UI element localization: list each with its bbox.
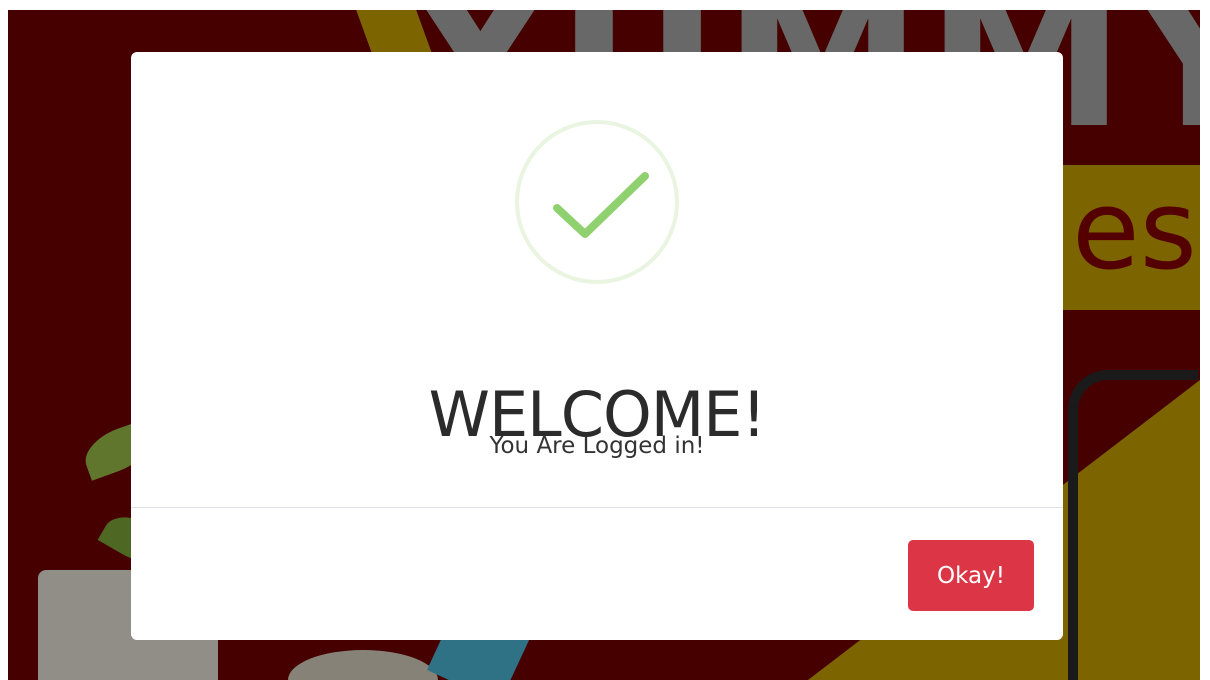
- modal-message: You Are Logged in!: [489, 433, 705, 459]
- checkmark-icon: [553, 172, 649, 238]
- success-icon: [515, 120, 679, 284]
- welcome-modal: WELCOME! You Are Logged in! Okay!: [131, 52, 1063, 640]
- modal-footer-divider: [131, 507, 1063, 508]
- okay-button[interactable]: Okay!: [908, 540, 1034, 611]
